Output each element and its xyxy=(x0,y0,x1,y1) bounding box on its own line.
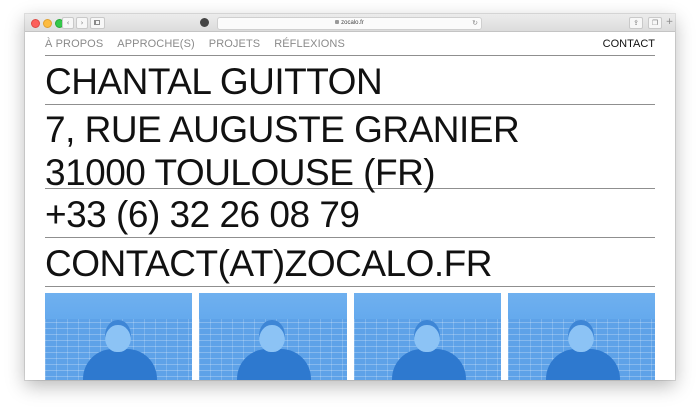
new-tab-button[interactable]: + xyxy=(665,17,674,28)
nav-item-contact[interactable]: CONTACT xyxy=(603,38,655,50)
site-favicon-icon xyxy=(200,18,209,27)
name-row: CHANTAL GUITTON xyxy=(45,58,655,105)
back-button[interactable]: ‹ xyxy=(62,17,74,29)
url-text: zocalo.fr xyxy=(341,20,364,26)
nav-item-a-propos[interactable]: À PROPOS xyxy=(45,38,103,50)
history-buttons: ‹ › xyxy=(62,17,88,29)
share-button[interactable]: ⇪ xyxy=(629,17,643,29)
phone-number[interactable]: +33 (6) 32 26 08 79 xyxy=(45,189,655,233)
email-row: CONTACT(AT)ZOCALO.FR xyxy=(45,238,655,287)
tabs-overview-button[interactable]: ❐ xyxy=(648,17,662,29)
close-window-button[interactable] xyxy=(31,19,40,28)
portrait-photo xyxy=(353,293,501,380)
address-line-1: 7, RUE AUGUSTE GRANIER xyxy=(45,109,520,150)
portrait-photo xyxy=(199,293,347,380)
phone-row: +33 (6) 32 26 08 79 xyxy=(45,189,655,238)
minimize-window-button[interactable] xyxy=(43,19,52,28)
reload-icon[interactable]: ↻ xyxy=(472,18,478,29)
toolbar-right-buttons: ⇪ ❐ xyxy=(629,17,662,29)
nav-item-projets[interactable]: PROJETS xyxy=(209,38,260,50)
chevron-right-icon: › xyxy=(80,19,84,27)
forward-button[interactable]: › xyxy=(76,17,88,29)
tabs-icon: ❐ xyxy=(651,19,659,27)
contact-name: CHANTAL GUITTON xyxy=(45,61,383,102)
nav-item-reflexions[interactable]: RÉFLEXIONS xyxy=(274,38,345,50)
address-row: 7, RUE AUGUSTE GRANIER 31000 TOULOUSE (F… xyxy=(45,105,655,193)
window-controls xyxy=(31,19,64,28)
address-line-2: 31000 TOULOUSE (FR) xyxy=(45,152,436,193)
nav-items: À PROPOS APPROCHE(S) PROJETS RÉFLEXIONS xyxy=(45,38,359,50)
chevron-left-icon: ‹ xyxy=(66,19,70,27)
site-navigation: À PROPOS APPROCHE(S) PROJETS RÉFLEXIONS … xyxy=(45,32,655,56)
share-icon: ⇪ xyxy=(633,19,639,27)
portrait-photo xyxy=(45,293,193,380)
lock-icon xyxy=(335,20,340,25)
portrait-photo xyxy=(507,293,655,380)
browser-toolbar: ‹ › zocalo.fr ↻ ⇪ ❐ + xyxy=(25,14,675,32)
nav-item-approches[interactable]: APPROCHE(S) xyxy=(117,38,195,50)
sidebar-toggle-button[interactable] xyxy=(90,17,105,29)
portrait-gallery xyxy=(45,293,655,380)
browser-window: ‹ › zocalo.fr ↻ ⇪ ❐ + À PROPOS APPROCHE(… xyxy=(25,14,675,380)
email-address[interactable]: CONTACT(AT)ZOCALO.FR xyxy=(45,238,655,282)
plus-icon: + xyxy=(665,17,674,27)
address-bar[interactable]: zocalo.fr ↻ xyxy=(217,17,482,30)
